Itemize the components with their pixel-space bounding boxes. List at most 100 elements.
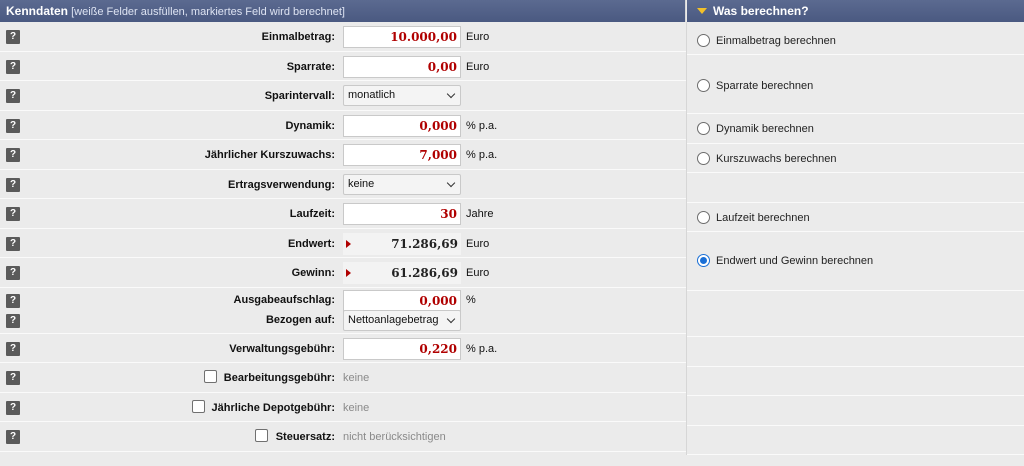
bearbeitungsgebuehr-label: Bearbeitungsgebühr: (223, 372, 335, 384)
depotgebuehr-label: Jährliche Depotgebühr: (211, 401, 335, 414)
steuersatz-value: nicht berücksichtigen (343, 431, 446, 443)
sparintervall-label: Sparintervall: (264, 90, 335, 102)
calc-option-label: Kurszuwachs berechnen (716, 152, 837, 165)
chevron-down-icon (446, 314, 456, 323)
ausgabeaufschlag-input[interactable]: 0,000 (343, 289, 461, 312)
row-endwert: ? Endwert: 71.286,69 Euro (0, 228, 686, 258)
kurszuwachs-input[interactable]: 7,000 (343, 144, 461, 166)
row-sparintervall: ? Sparintervall: monatlich (0, 81, 686, 111)
radio-endwert-gewinn[interactable] (697, 254, 710, 267)
radio-sparrate[interactable] (697, 79, 710, 92)
einmalbetrag-input[interactable]: 10.000,00 (343, 26, 461, 48)
row-ausgabeaufschlag: ? ? Ausgabeaufschlag: 0,000 % Bezogen au… (0, 287, 686, 334)
endwert-value: 71.286,69 (391, 236, 458, 251)
calc-option-einmalbetrag[interactable]: Einmalbetrag berechnen (687, 22, 1024, 55)
calc-option-label: Einmalbetrag berechnen (716, 35, 836, 47)
ertragsverwendung-select[interactable]: keine (343, 173, 461, 195)
dynamik-label: Dynamik: (285, 119, 335, 132)
kenndaten-form: ? Einmalbetrag: 10.000,00 Euro ? Sparrat… (0, 22, 686, 452)
depotgebuehr-checkbox[interactable] (192, 399, 205, 413)
ausgabeaufschlag-unit: % (466, 293, 476, 306)
dynamik-unit: % p.a. (466, 119, 498, 132)
kenndaten-title: Kenndaten (6, 4, 69, 18)
calc-option-spacer (687, 291, 1024, 337)
row-einmalbetrag: ? Einmalbetrag: 10.000,00 Euro (0, 22, 686, 52)
row-kurszuwachs: ? Jährlicher Kurszuwachs: 7,000 % p.a. (0, 140, 686, 170)
calc-option-spacer (687, 396, 1024, 426)
einmalbetrag-unit: Euro (466, 31, 490, 43)
help-icon[interactable]: ? (6, 59, 20, 74)
calc-option-sparrate[interactable]: Sparrate berechnen (687, 55, 1024, 114)
dynamik-input[interactable]: 0,000 (343, 114, 461, 137)
chevron-down-icon (446, 89, 456, 99)
calc-option-spacer (687, 366, 1024, 396)
help-icon[interactable]: ? (6, 236, 20, 251)
help-icon[interactable]: ? (6, 430, 20, 444)
radio-laufzeit[interactable] (697, 210, 710, 224)
calc-title: Was berechnen? (713, 4, 809, 18)
verwaltungsgebuehr-label: Verwaltungsgebühr: (229, 342, 335, 355)
laufzeit-input[interactable]: 30 (343, 203, 461, 225)
row-bearbeitungsgebuehr: ? Bearbeitungsgebühr: keine (0, 363, 686, 393)
calc-options-panel: Einmalbetrag berechnen Sparrate berechne… (686, 22, 1024, 455)
calc-option-laufzeit[interactable]: Laufzeit berechnen (687, 202, 1024, 232)
laufzeit-unit: Jahre (466, 208, 494, 220)
row-dynamik: ? Dynamik: 0,000 % p.a. (0, 110, 686, 140)
help-icon[interactable]: ? (6, 371, 20, 385)
triangle-down-icon (697, 8, 707, 15)
row-sparrate: ? Sparrate: 0,00 Euro (0, 51, 686, 81)
gewinn-result: 61.286,69 (343, 262, 461, 284)
calc-option-spacer (687, 173, 1024, 203)
calc-option-spacer (687, 425, 1024, 455)
ertragsverwendung-value: keine (348, 177, 375, 190)
help-icon[interactable]: ? (6, 207, 20, 221)
verwaltungsgebuehr-unit: % p.a. (466, 342, 498, 355)
sparintervall-select[interactable]: monatlich (343, 85, 461, 106)
calc-option-spacer (687, 337, 1024, 367)
sparintervall-value: monatlich (348, 89, 396, 101)
calc-option-label: Sparrate berechnen (716, 80, 814, 92)
result-marker-icon (346, 239, 351, 248)
help-icon[interactable]: ? (6, 148, 20, 162)
laufzeit-label: Laufzeit: (289, 208, 335, 220)
help-icon[interactable]: ? (6, 89, 20, 103)
einmalbetrag-label: Einmalbetrag: (261, 31, 335, 43)
chevron-down-icon (446, 178, 456, 187)
endwert-label: Endwert: (287, 237, 335, 250)
steuersatz-checkbox[interactable] (255, 429, 268, 442)
calc-option-label: Dynamik berechnen (716, 123, 814, 135)
kurszuwachs-unit: % p.a. (466, 149, 498, 161)
row-ertragsverwendung: ? Ertragsverwendung: keine (0, 169, 686, 199)
bezogen-auf-select[interactable]: Nettoanlagebetrag (343, 309, 461, 331)
help-icon[interactable]: ? (6, 293, 20, 308)
help-icon[interactable]: ? (6, 400, 20, 415)
bezogen-auf-value: Nettoanlagebetrag (348, 313, 439, 326)
gewinn-label: Gewinn: (291, 267, 335, 279)
help-icon[interactable]: ? (6, 30, 20, 44)
bearbeitungsgebuehr-value: keine (343, 372, 370, 384)
bearbeitungsgebuehr-checkbox[interactable] (204, 370, 217, 383)
radio-kurszuwachs[interactable] (697, 151, 710, 165)
sparrate-input[interactable]: 0,00 (343, 55, 461, 78)
endwert-result: 71.286,69 (343, 232, 461, 255)
help-icon[interactable]: ? (6, 177, 20, 192)
sparrate-label: Sparrate: (286, 60, 335, 73)
radio-dynamik[interactable] (697, 122, 710, 135)
help-icon[interactable]: ? (6, 266, 20, 280)
help-icon[interactable]: ? (6, 341, 20, 356)
row-verwaltungsgebuehr: ? Verwaltungsgebühr: 0,220 % p.a. (0, 333, 686, 363)
help-icon[interactable]: ? (6, 313, 20, 328)
calc-option-dynamik[interactable]: Dynamik berechnen (687, 114, 1024, 144)
kenndaten-subtitle: [weiße Felder ausfüllen, markiertes Feld… (71, 6, 345, 18)
radio-einmalbetrag[interactable] (697, 34, 710, 47)
help-icon[interactable]: ? (6, 118, 20, 133)
bezogen-auf-label: Bezogen auf: (265, 313, 335, 326)
verwaltungsgebuehr-input[interactable]: 0,220 (343, 337, 461, 360)
ausgabeaufschlag-label: Ausgabeaufschlag: (233, 293, 335, 306)
calc-header: Was berechnen? (687, 0, 1024, 22)
calc-option-endwert-gewinn[interactable]: Endwert und Gewinn berechnen (687, 232, 1024, 291)
depotgebuehr-value: keine (343, 401, 370, 414)
row-gewinn: ? Gewinn: 61.286,69 Euro (0, 258, 686, 288)
calc-option-kurszuwachs[interactable]: Kurszuwachs berechnen (687, 143, 1024, 173)
kenndaten-header: Kenndaten [weiße Felder ausfüllen, marki… (0, 0, 686, 22)
